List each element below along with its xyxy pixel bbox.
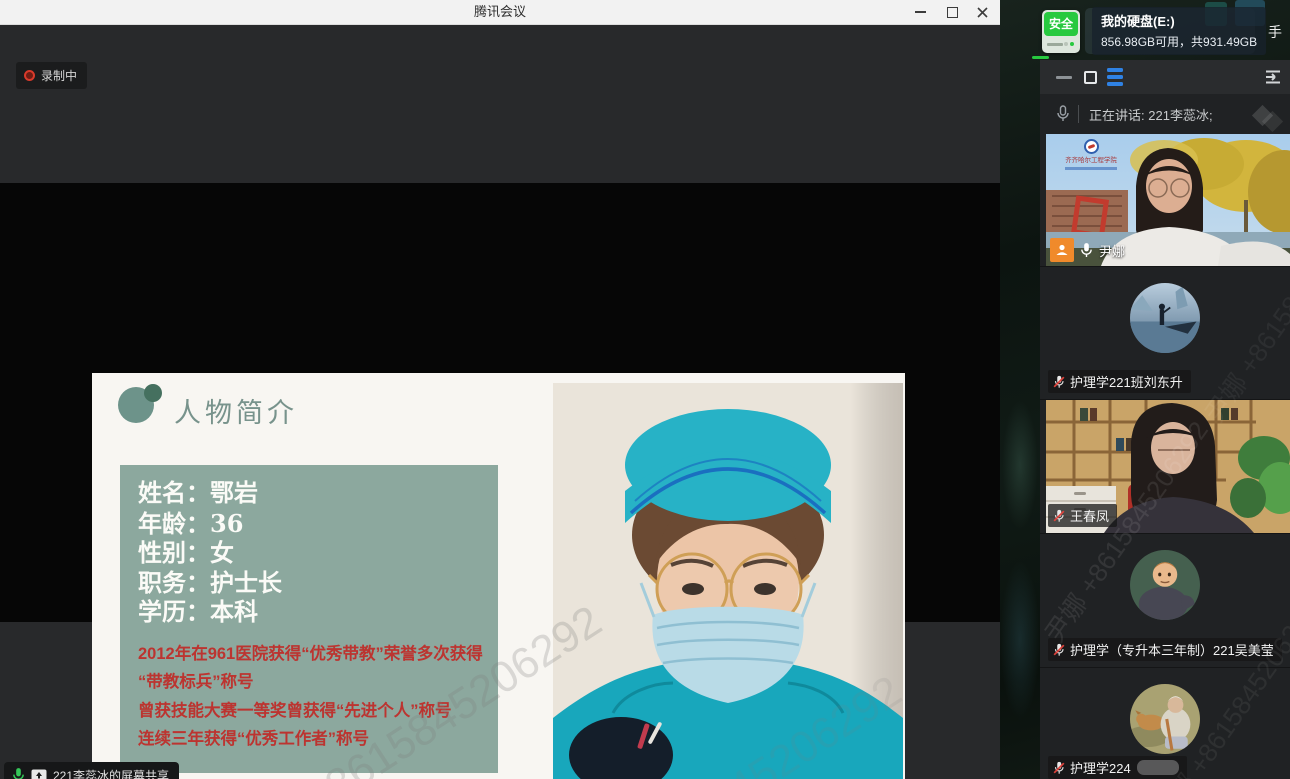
slide-title: 人物简介: [174, 391, 298, 430]
info-row-age: 年龄：36: [138, 509, 498, 540]
panel-maximize-button[interactable]: [1078, 60, 1102, 94]
slide-title-circle-small-icon: [144, 384, 162, 402]
disk-led: [1064, 42, 1068, 46]
share-banner-label: 221李蕊冰的屏幕共享: [53, 767, 169, 779]
panel-collapse-button[interactable]: [1260, 60, 1286, 94]
recording-dot-icon: [24, 70, 35, 81]
panel-minimize-button[interactable]: [1052, 60, 1076, 94]
achievement-line: 连续三年获得“优秀工作者”称号: [138, 725, 498, 754]
mic-on-icon: [12, 767, 25, 779]
info-row-gender: 性别：女: [138, 539, 498, 569]
wallpaper-highlight: [1000, 560, 1040, 720]
nurse-portrait-photo: [553, 383, 903, 779]
achievement-line: 曾获技能大赛一等奖曾获得“先进个人”称号: [138, 697, 498, 726]
window-title: 腾讯会议: [0, 0, 1000, 24]
avatar: [1130, 550, 1200, 620]
participant-nametag: 王春凤: [1048, 504, 1117, 527]
participant-name: 王春凤: [1070, 506, 1109, 525]
muted-mic-icon: [1052, 374, 1066, 390]
maximize-icon: [947, 7, 958, 18]
participant-tile-wangchunfeng[interactable]: 王春凤: [1040, 400, 1290, 533]
minimize-button[interactable]: [906, 0, 934, 24]
meeting-window: 腾讯会议 录制中 人物简介 姓名：鄂岩 年龄：36 性别：女 职: [0, 0, 1000, 779]
school-logo-subtext: [1065, 167, 1117, 170]
achievement-line: 2012年在961医院获得“优秀带教”荣誉多次获得: [138, 640, 498, 669]
participant-name: 护理学221班刘东升: [1070, 372, 1183, 391]
mic-on-icon: [1080, 242, 1093, 259]
school-logo: 齐齐哈尔工程学院: [1056, 139, 1126, 170]
info-row-position: 职务：护士长: [138, 569, 498, 599]
screen-share-area: 人物简介 姓名：鄂岩 年龄：36 性别：女 职务：护士长 学历：本科 2012年…: [0, 183, 1000, 622]
recording-label: 录制中: [41, 67, 77, 84]
maximize-button[interactable]: [938, 0, 966, 24]
screen-share-banner[interactable]: 221李蕊冰的屏幕共享: [4, 762, 179, 779]
name-highlight-overlay: [1137, 760, 1179, 775]
close-button[interactable]: [968, 0, 996, 24]
hard-drive-icon[interactable]: 安全: [1042, 10, 1080, 53]
person-icon: [1055, 243, 1069, 257]
muted-mic-icon: [1052, 760, 1066, 776]
active-speaker-text: 正在讲话: 221李蕊冰;: [1089, 105, 1213, 124]
avatar-image: [1130, 550, 1200, 620]
panel-list-view-button[interactable]: [1102, 60, 1128, 94]
minimize-icon: [915, 11, 926, 13]
close-icon: [977, 7, 988, 18]
shared-slide: 人物简介 姓名：鄂岩 年龄：36 性别：女 职务：护士长 学历：本科 2012年…: [92, 373, 905, 779]
disk-tooltip-detail: 856.98GB可用，共931.49GB: [1101, 33, 1257, 50]
participant-tile-liudongsheng[interactable]: 护理学221班刘东升: [1040, 267, 1290, 399]
screen-share-icon: [31, 769, 47, 779]
disk-tooltip: 我的硬盘(E:) 856.98GB可用，共931.49GB: [1092, 7, 1266, 55]
avatar: [1130, 684, 1200, 754]
panel-header: [1040, 60, 1290, 94]
participant-name: 尹娜: [1099, 241, 1125, 260]
school-logo-text: 齐齐哈尔工程学院: [1059, 155, 1123, 164]
muted-mic-icon: [1052, 642, 1066, 658]
window-titlebar: 腾讯会议: [0, 0, 1000, 25]
avatar: [1130, 283, 1200, 353]
participant-tile-huli224[interactable]: 护理学224: [1040, 668, 1290, 779]
taskbar-indicator: [1032, 56, 1049, 59]
clipped-background-text: 手: [1268, 22, 1282, 42]
disk-led: [1070, 42, 1074, 46]
screen: 腾讯会议 录制中 人物简介 姓名：鄂岩 年龄：36 性别：女 职: [0, 0, 1290, 779]
participant-nametag: 护理学（专升本三年制）221吴美莹: [1048, 638, 1282, 661]
divider: [1078, 105, 1079, 123]
disk-safe-badge: 安全: [1044, 12, 1078, 36]
info-row-name: 姓名：鄂岩: [138, 479, 498, 509]
avatar-image: [1130, 684, 1200, 754]
person-info-box: 姓名：鄂岩 年龄：36 性别：女 职务：护士长 学历：本科 2012年在961医…: [120, 465, 498, 773]
avatar-image: [1130, 283, 1200, 353]
participant-tile-wumeiying[interactable]: 护理学（专升本三年制）221吴美莹: [1040, 534, 1290, 667]
participant-name: 护理学224: [1070, 758, 1131, 777]
participant-name: 护理学（专升本三年制）221吴美莹: [1070, 640, 1274, 659]
achievement-list: 2012年在961医院获得“优秀带教”荣誉多次获得 “带教标兵”称号 曾获技能大…: [138, 640, 498, 754]
host-badge-icon: [1050, 238, 1074, 262]
minimize-icon: [1056, 76, 1072, 79]
recording-badge[interactable]: 录制中: [16, 62, 87, 89]
achievement-line: “带教标兵”称号: [138, 668, 498, 697]
wallpaper-highlight: [1002, 400, 1038, 530]
participants-panel: 正在讲话: 221李蕊冰;: [1040, 60, 1290, 779]
participant-tile-yinna[interactable]: 齐齐哈尔工程学院 尹娜: [1040, 134, 1290, 266]
speaker-mic-icon: [1056, 105, 1070, 123]
maximize-icon: [1084, 71, 1097, 84]
muted-mic-icon: [1052, 508, 1066, 524]
disk-tooltip-title: 我的硬盘(E:): [1101, 11, 1257, 30]
participant-nametag: 护理学224: [1048, 756, 1187, 779]
info-row-education: 学历：本科: [138, 598, 498, 628]
participant-name-overlay: 尹娜: [1050, 238, 1125, 262]
disk-slot-detail: [1047, 43, 1063, 46]
collapse-panel-icon: [1263, 69, 1283, 85]
participant-nametag: 护理学221班刘东升: [1048, 370, 1191, 393]
active-speaker-bar: 正在讲话: 221李蕊冰;: [1040, 94, 1290, 134]
school-emblem-icon: [1084, 139, 1099, 154]
